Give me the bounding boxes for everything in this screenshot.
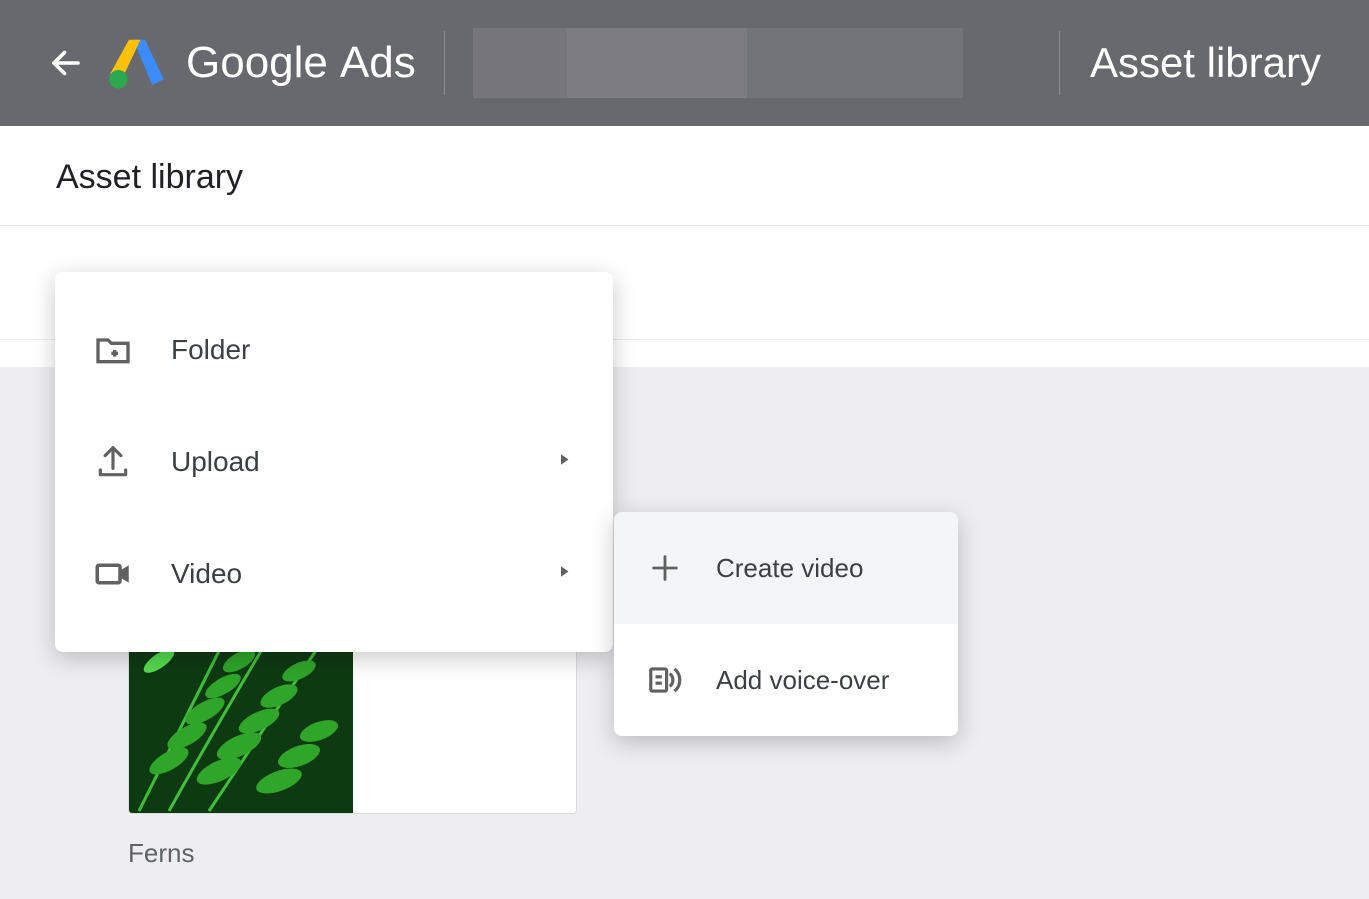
- brand-google: Google: [186, 38, 328, 88]
- folder-add-icon: [91, 328, 135, 372]
- chevron-right-icon: [555, 563, 573, 586]
- brand-ads: Ads: [340, 38, 416, 88]
- header-account-selector[interactable]: [473, 28, 963, 98]
- arrow-left-icon: [48, 45, 84, 81]
- video-camera-icon: [91, 552, 135, 596]
- create-menu: Folder Upload Video: [55, 272, 613, 652]
- upload-icon: [91, 440, 135, 484]
- header-blank-segment: [747, 28, 963, 98]
- asset-label: Ferns: [128, 838, 577, 869]
- header-blank-segment: [567, 28, 747, 98]
- back-arrow-button[interactable]: [48, 45, 84, 81]
- menu-item-video[interactable]: Video: [55, 518, 613, 630]
- page-title: Asset library: [56, 158, 1313, 197]
- page-subheader: Asset library: [0, 126, 1369, 226]
- google-ads-logo-icon: [108, 34, 166, 92]
- menu-item-upload[interactable]: Upload: [55, 406, 613, 518]
- submenu-item-label: Add voice-over: [716, 665, 889, 696]
- menu-item-label: Upload: [171, 446, 260, 478]
- brand-text: Google Ads: [186, 38, 416, 88]
- menu-item-label: Folder: [171, 334, 250, 366]
- submenu-item-label: Create video: [716, 553, 863, 584]
- submenu-item-add-voiceover[interactable]: Add voice-over: [614, 624, 958, 736]
- submenu-item-create-video[interactable]: Create video: [614, 512, 958, 624]
- menu-item-label: Video: [171, 558, 242, 590]
- voiceover-icon: [644, 659, 686, 701]
- header-divider: [1059, 31, 1060, 95]
- menu-item-folder[interactable]: Folder: [55, 294, 613, 406]
- header-divider: [444, 31, 445, 95]
- plus-icon: [644, 547, 686, 589]
- header-section-title: Asset library: [1090, 39, 1321, 87]
- app-header: Google Ads Asset library: [0, 0, 1369, 126]
- video-submenu: Create video Add voice-over: [614, 512, 958, 736]
- header-blank-segment: [473, 28, 567, 98]
- chevron-right-icon: [555, 451, 573, 474]
